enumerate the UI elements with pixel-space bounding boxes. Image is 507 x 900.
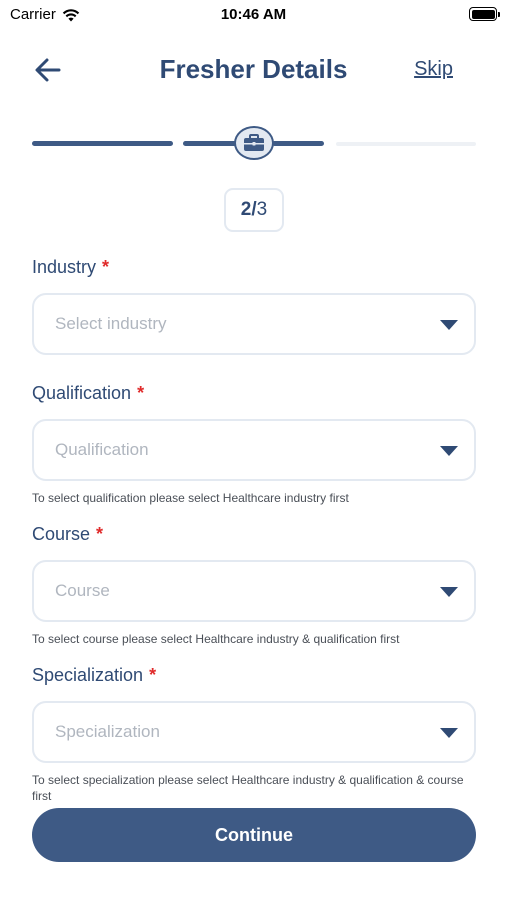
specialization-label-text: Specialization [32, 665, 144, 685]
industry-placeholder: Select industry [55, 314, 167, 333]
dropdown-caret-icon [440, 446, 458, 456]
required-asterisk: * [102, 257, 110, 277]
continue-button[interactable]: Continue [32, 808, 476, 862]
progress-segment-step-2 [183, 141, 237, 146]
qualification-placeholder: Qualification [55, 440, 149, 459]
step-current: 2/ [240, 199, 257, 220]
step-counter: 2/ 3 [224, 188, 284, 232]
specialization-select[interactable]: Specialization [32, 701, 476, 763]
step-total: 3 [256, 199, 268, 220]
course-hint: To select course please select Healthcar… [32, 632, 400, 646]
progress-segment-step-2 [272, 141, 324, 146]
dropdown-caret-icon [440, 728, 458, 738]
skip-link[interactable]: Skip [414, 58, 453, 81]
course-label-text: Course [32, 524, 91, 544]
progress-segment-step-3 [336, 142, 476, 146]
header: Fresher Details Skip [0, 50, 507, 90]
qualification-hint: To select qualification please select He… [32, 491, 349, 505]
required-asterisk: * [137, 383, 145, 403]
status-time: 10:46 AM [220, 6, 287, 23]
dropdown-caret-icon [440, 320, 458, 330]
qualification-label-text: Qualification [32, 383, 132, 403]
status-bar: Carrier 10:46 AM [0, 0, 507, 30]
progress-stepper [32, 126, 476, 160]
course-placeholder: Course [55, 581, 110, 600]
progress-segment-step-1 [32, 141, 173, 146]
battery-icon [469, 7, 500, 21]
specialization-placeholder: Specialization [55, 722, 160, 741]
dropdown-caret-icon [440, 587, 458, 597]
industry-label: Industry * [32, 257, 109, 278]
course-select[interactable]: Course [32, 560, 476, 622]
qualification-select[interactable]: Qualification [32, 419, 476, 481]
required-asterisk: * [96, 524, 104, 544]
specialization-hint: To select specialization please select H… [32, 773, 464, 803]
industry-label-text: Industry [32, 257, 97, 277]
briefcase-icon [244, 134, 264, 151]
course-label: Course * [32, 524, 103, 545]
qualification-label: Qualification * [32, 383, 144, 404]
industry-select[interactable]: Select industry [32, 293, 476, 355]
required-asterisk: * [149, 665, 157, 685]
briefcase-step-indicator [234, 126, 274, 160]
specialization-label: Specialization * [32, 665, 156, 686]
